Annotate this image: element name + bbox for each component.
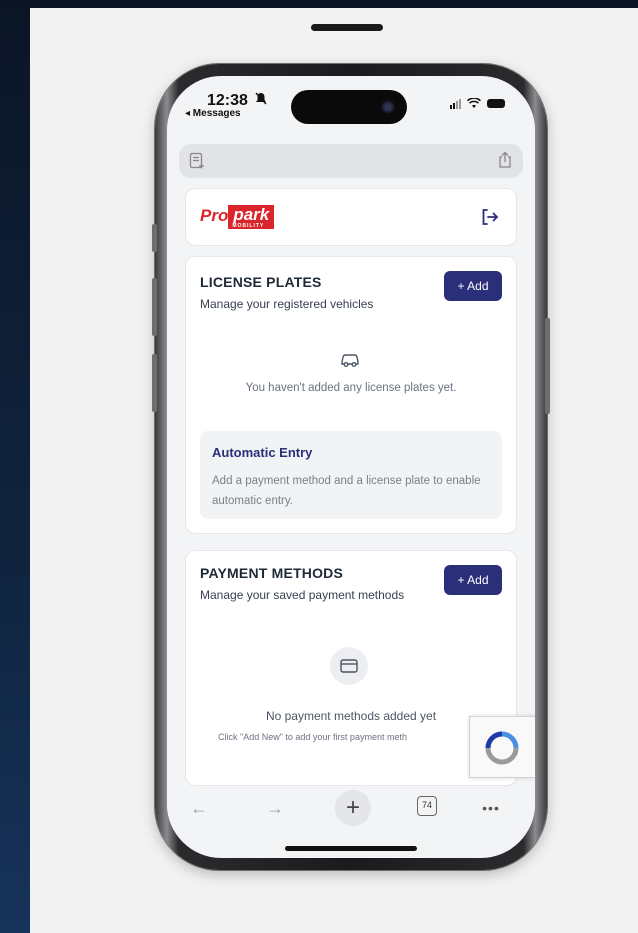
background-edge: [0, 0, 30, 933]
add-payment-method-button[interactable]: + Add: [444, 565, 502, 595]
payment-methods-card: PAYMENT METHODS Manage your saved paymen…: [185, 550, 517, 786]
back-to-messages-link[interactable]: ◂ Messages: [185, 108, 241, 119]
plus-icon[interactable]: +: [335, 790, 371, 826]
status-bar: 12:38 ◂ Messages: [167, 76, 535, 136]
wifi-icon: [467, 98, 481, 108]
license-plates-card: LICENSE PLATES Manage your registered ve…: [185, 256, 517, 534]
sheet-grabber[interactable]: [311, 24, 383, 31]
phone-frame: 12:38 ◂ Messages Pro park MOBILITY LICEN…: [152, 64, 550, 870]
license-plates-title: LICENSE PLATES: [200, 274, 322, 290]
page-menu-icon[interactable]: [189, 152, 205, 170]
camera-icon: [381, 100, 395, 114]
more-icon[interactable]: •••: [479, 796, 503, 820]
license-plates-empty-message: You haven't added any license plates yet…: [245, 382, 457, 394]
forward-arrow-icon[interactable]: →: [263, 796, 287, 820]
payment-methods-subtitle: Manage your saved payment methods: [200, 588, 405, 602]
logo-park-text: park: [233, 205, 270, 224]
automatic-entry-description: Add a payment method and a license plate…: [212, 475, 481, 507]
credit-card-icon: [340, 659, 358, 673]
add-license-plate-button[interactable]: + Add: [444, 271, 502, 301]
silent-bell-icon: [255, 92, 267, 108]
payment-methods-title: PAYMENT METHODS: [200, 565, 344, 581]
battery-icon: [487, 99, 505, 108]
volume-down-button: [152, 354, 157, 412]
recaptcha-badge[interactable]: [469, 716, 535, 778]
automatic-entry-title: Automatic Entry: [212, 445, 313, 460]
signal-icon: [450, 98, 461, 109]
dynamic-island: [291, 90, 407, 124]
share-icon[interactable]: [497, 151, 513, 169]
propark-logo[interactable]: Pro park MOBILITY: [200, 205, 275, 229]
phone-screen: 12:38 ◂ Messages Pro park MOBILITY LICEN…: [167, 76, 535, 858]
logo-park-box: park MOBILITY: [228, 205, 275, 229]
volume-up-button: [152, 278, 157, 336]
browser-toolbar: ← → + 74 •••: [167, 786, 535, 830]
action-button: [152, 224, 157, 252]
power-button: [545, 318, 550, 414]
browser-address-bar[interactable]: [179, 144, 523, 178]
home-indicator: [285, 846, 417, 851]
tabs-icon[interactable]: 74: [417, 796, 437, 816]
payment-methods-hint: Click "Add New" to add your first paymen…: [218, 732, 407, 742]
logout-icon[interactable]: [480, 207, 500, 227]
logo-pro-text: Pro: [200, 206, 229, 225]
car-icon: [341, 354, 359, 367]
back-arrow-icon[interactable]: ←: [187, 796, 211, 820]
credit-card-icon-circle: [330, 647, 368, 685]
status-icons: [450, 98, 505, 109]
payment-methods-empty-message: No payment methods added yet: [265, 709, 437, 723]
license-plates-subtitle: Manage your registered vehicles: [200, 297, 374, 311]
app-header: Pro park MOBILITY: [185, 188, 517, 246]
logo-tagline: MOBILITY: [232, 223, 265, 229]
automatic-entry-box: Automatic Entry Add a payment method and…: [200, 431, 502, 519]
recaptcha-icon: [485, 731, 519, 765]
